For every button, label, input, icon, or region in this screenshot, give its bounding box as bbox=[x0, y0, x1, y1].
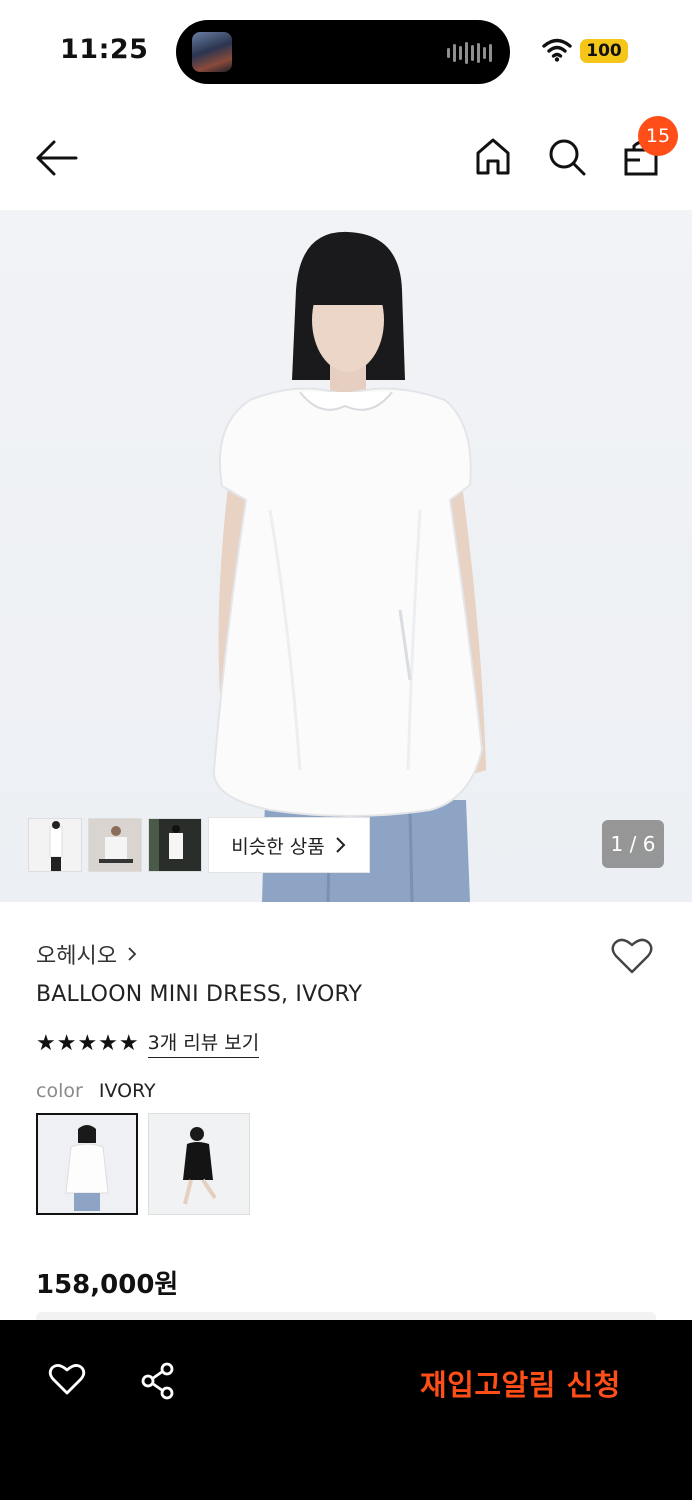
thumbnail-1[interactable] bbox=[28, 818, 82, 872]
product-name: BALLOON MINI DRESS, IVORY bbox=[36, 982, 363, 1007]
top-navigation bbox=[0, 100, 692, 210]
product-main-image[interactable] bbox=[0, 210, 692, 902]
thumbnail-2[interactable] bbox=[88, 818, 142, 872]
back-arrow-icon[interactable] bbox=[34, 138, 80, 178]
chevron-right-icon bbox=[336, 837, 346, 853]
color-option-black[interactable] bbox=[148, 1113, 250, 1215]
model-photo bbox=[212, 231, 486, 902]
similar-products-button[interactable]: 비슷한 상품 bbox=[208, 817, 370, 873]
rating-stars: ★★★★★ bbox=[36, 1030, 140, 1056]
color-label: color bbox=[36, 1080, 83, 1102]
cart-count-badge: 15 bbox=[638, 116, 678, 156]
brand-name: 오헤시오 bbox=[36, 944, 117, 969]
status-time: 11:25 bbox=[60, 34, 149, 65]
similar-products-label: 비슷한 상품 bbox=[231, 835, 325, 858]
share-icon[interactable] bbox=[140, 1362, 176, 1400]
gallery-thumbnails bbox=[28, 818, 202, 872]
wifi-icon bbox=[542, 38, 572, 62]
heart-icon[interactable] bbox=[610, 936, 654, 976]
color-option-ivory[interactable] bbox=[36, 1113, 138, 1215]
review-link[interactable]: 3개 리뷰 보기 bbox=[147, 1028, 260, 1058]
rating-row: ★★★★★ 3개 리뷰 보기 bbox=[36, 1028, 260, 1058]
product-price: 158,000원 bbox=[36, 1270, 179, 1300]
brand-link[interactable]: 오헤시오 bbox=[36, 938, 137, 970]
bottom-action-bar: 재입고알림 신청 bbox=[0, 1320, 692, 1500]
battery-indicator: 100 bbox=[580, 39, 628, 63]
dynamic-island bbox=[176, 20, 510, 84]
color-value: IVORY bbox=[98, 1080, 156, 1102]
home-icon[interactable] bbox=[474, 136, 512, 176]
image-pager: 1 / 6 bbox=[602, 820, 664, 868]
thumbnail-3[interactable] bbox=[148, 818, 202, 872]
chevron-right-icon bbox=[128, 947, 137, 961]
now-playing-artwork bbox=[192, 32, 232, 72]
restock-alert-button[interactable]: 재입고알림 신청 bbox=[420, 1362, 621, 1404]
color-info: color IVORY bbox=[36, 1080, 156, 1102]
status-bar: 11:25 100 bbox=[0, 0, 692, 100]
heart-icon[interactable] bbox=[48, 1362, 86, 1396]
audio-wave-icon bbox=[447, 42, 492, 64]
search-icon[interactable] bbox=[547, 137, 587, 177]
